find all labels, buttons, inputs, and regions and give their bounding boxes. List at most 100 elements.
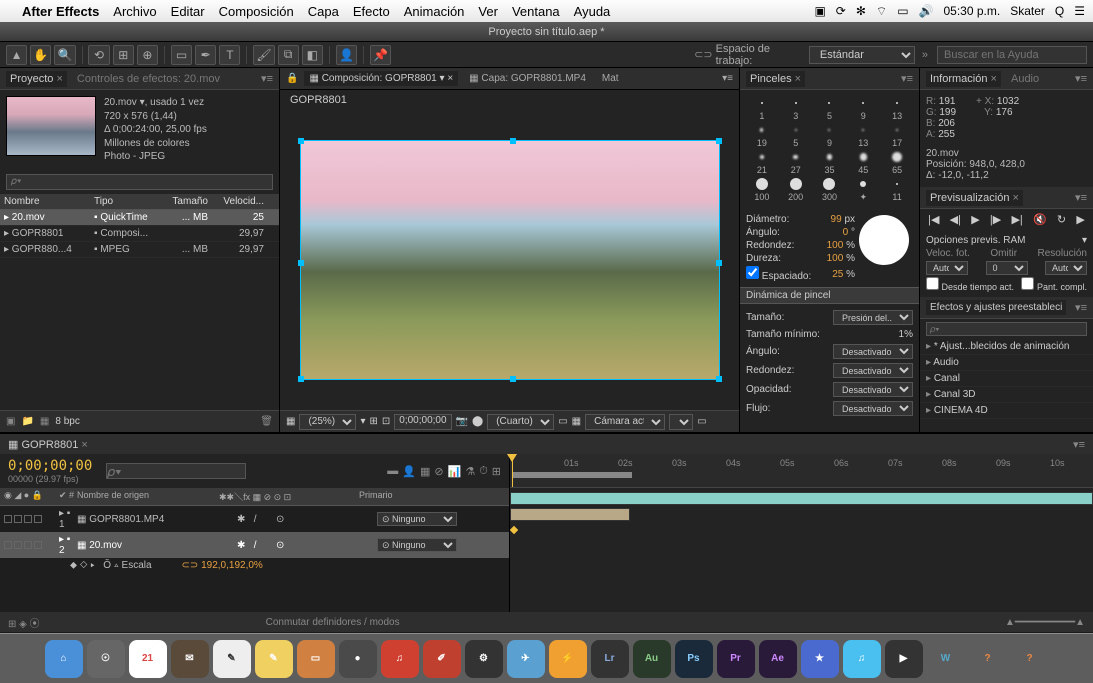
brush-hardness[interactable]: 100 bbox=[827, 253, 844, 264]
loop-button[interactable]: ↻ bbox=[1057, 213, 1066, 226]
gear-icon[interactable]: ✻ bbox=[856, 4, 866, 18]
dock-app[interactable]: ★ bbox=[801, 640, 839, 678]
brush-preset[interactable]: 13 bbox=[847, 123, 879, 148]
zoom-select[interactable]: (25%) bbox=[299, 414, 356, 430]
timeline-layer[interactable]: ▸ ▪ 1▦ GOPR8801.MP4✱ / ⊙⊙ Ninguno bbox=[0, 506, 509, 532]
user-name[interactable]: Skater bbox=[1010, 4, 1045, 18]
col-source-name[interactable]: Nombre de origen bbox=[77, 490, 219, 503]
ram-options-menu[interactable]: ▾ bbox=[1082, 235, 1087, 246]
notification-icon[interactable]: ☰ bbox=[1074, 4, 1085, 18]
brush-diameter[interactable]: 99 bbox=[831, 214, 842, 225]
frame-blend-icon[interactable]: ▦ bbox=[420, 465, 430, 478]
dock-app[interactable]: ♫ bbox=[381, 640, 419, 678]
effect-category[interactable]: Audio bbox=[920, 355, 1093, 371]
mask-icon[interactable]: ⊡ bbox=[382, 416, 390, 427]
brush-preset[interactable]: 17 bbox=[881, 123, 913, 148]
brush-preset[interactable]: 45 bbox=[847, 150, 879, 175]
menu-ventana[interactable]: Ventana bbox=[512, 4, 560, 19]
dock-app[interactable]: ⚡ bbox=[549, 640, 587, 678]
text-tool[interactable]: T bbox=[219, 45, 240, 65]
project-search[interactable] bbox=[6, 174, 273, 190]
folder-icon[interactable]: 📁 bbox=[21, 416, 33, 427]
tab-composition[interactable]: ▦ Composición: GOPR8801 ▾ × bbox=[304, 71, 458, 86]
pan-behind-tool[interactable]: ⊕ bbox=[137, 45, 158, 65]
comp-canvas[interactable] bbox=[300, 140, 720, 380]
brush-preset[interactable]: 3 bbox=[780, 96, 812, 121]
camera-tool[interactable]: ⊞ bbox=[113, 45, 134, 65]
tab-info[interactable]: Información × bbox=[926, 71, 1001, 87]
dock-app[interactable]: Pr bbox=[717, 640, 755, 678]
time-ruler[interactable]: 01s02s03s04s05s06s07s08s09s10s bbox=[510, 454, 1093, 488]
parent-select[interactable]: ⊙ Ninguno bbox=[377, 512, 457, 526]
workspace-search-icon[interactable]: » bbox=[922, 49, 928, 61]
effect-category[interactable]: CINEMA 4D bbox=[920, 403, 1093, 419]
ram-fps[interactable]: Autom. bbox=[926, 261, 968, 275]
brush-preset[interactable]: 100 bbox=[746, 177, 778, 203]
ram-preview-button[interactable]: ▶ bbox=[1076, 213, 1084, 226]
effects-search[interactable] bbox=[926, 322, 1087, 336]
project-item[interactable]: ▸ 20.mov▪ QuickTime... MB25 bbox=[0, 210, 279, 226]
brush-preset[interactable]: 300 bbox=[814, 177, 846, 203]
tab-material[interactable]: Mat bbox=[597, 71, 624, 86]
menu-animacion[interactable]: Animación bbox=[404, 4, 465, 19]
tab-brushes[interactable]: Pinceles × bbox=[746, 71, 805, 87]
panel-menu-icon[interactable]: ▾≡ bbox=[261, 72, 273, 85]
brush-spacing-check[interactable] bbox=[746, 266, 759, 279]
dock-app[interactable]: ✈ bbox=[507, 640, 545, 678]
views-select[interactable]: 1 bbox=[669, 414, 693, 430]
tab-effects[interactable]: Efectos y ajustes preestableci bbox=[926, 300, 1066, 315]
pen-tool[interactable]: ✒ bbox=[195, 45, 216, 65]
hand-tool[interactable]: ✋ bbox=[30, 45, 51, 65]
transparency-icon[interactable]: ▦ bbox=[572, 416, 581, 427]
dyn-select[interactable]: Desactivado bbox=[833, 344, 913, 359]
ram-res[interactable]: Autom. bbox=[1045, 261, 1087, 275]
prev-frame-button[interactable]: ◀| bbox=[950, 213, 961, 226]
menu-editar[interactable]: Editar bbox=[171, 4, 205, 19]
brush-preset[interactable]: 11 bbox=[881, 177, 913, 203]
guides-icon[interactable]: ⊞ bbox=[369, 416, 377, 427]
brush-preset[interactable]: ✦ bbox=[847, 177, 879, 203]
layer-bar-2[interactable] bbox=[510, 508, 630, 521]
menu-capa[interactable]: Capa bbox=[308, 4, 339, 19]
timeline-layer[interactable]: ▸ ▪ 2▦ 20.mov✱ / ⊙⊙ Ninguno bbox=[0, 532, 509, 558]
dock-app[interactable]: ✉ bbox=[171, 640, 209, 678]
timeline-tracks[interactable] bbox=[510, 488, 1093, 612]
dock-app[interactable]: ⌂ bbox=[45, 640, 83, 678]
graph-icon[interactable]: 📊 bbox=[448, 465, 462, 478]
play-button[interactable]: ▶ bbox=[971, 213, 979, 226]
mute-button[interactable]: 🔇 bbox=[1033, 213, 1047, 226]
dock-app[interactable]: Lr bbox=[591, 640, 629, 678]
brush-roundness[interactable]: 100 bbox=[827, 240, 844, 251]
playhead[interactable] bbox=[512, 454, 513, 487]
brushes-menu-icon[interactable]: ▾≡ bbox=[901, 72, 913, 85]
toggle-switches[interactable]: Conmutar definidores / modos bbox=[266, 617, 400, 628]
comp-breadcrumb[interactable]: GOPR8801 bbox=[280, 90, 739, 110]
lock-icon[interactable]: 🔒 bbox=[286, 73, 298, 84]
brush-spacing[interactable]: 25 bbox=[832, 269, 843, 280]
effect-category[interactable]: Canal bbox=[920, 371, 1093, 387]
brush-preset[interactable]: 35 bbox=[814, 150, 846, 175]
timecode-display[interactable]: 0;00;00;00 bbox=[394, 414, 451, 430]
brush-preset[interactable]: 1 bbox=[746, 96, 778, 121]
dock-app[interactable]: ? bbox=[969, 640, 1007, 678]
brush-preset[interactable]: 13 bbox=[881, 96, 913, 121]
effect-category[interactable]: * Ajust...blecidos de animación bbox=[920, 339, 1093, 355]
zoom-tool[interactable]: 🔍 bbox=[54, 45, 75, 65]
dock-app[interactable]: ▶ bbox=[885, 640, 923, 678]
brush-preset[interactable]: 200 bbox=[780, 177, 812, 203]
from-current-check[interactable] bbox=[926, 277, 939, 290]
puppet-tool[interactable]: 📌 bbox=[370, 45, 391, 65]
selection-tool[interactable]: ▲ bbox=[6, 45, 27, 65]
bpc-toggle[interactable]: 8 bpc bbox=[55, 416, 79, 427]
menu-ver[interactable]: Ver bbox=[478, 4, 498, 19]
brush-preset[interactable]: 19 bbox=[746, 123, 778, 148]
dyn-select[interactable]: Desactivado bbox=[833, 363, 913, 378]
brush-preset[interactable]: 65 bbox=[881, 150, 913, 175]
spotlight-icon[interactable]: Q bbox=[1055, 4, 1064, 18]
dock-app[interactable]: Ae bbox=[759, 640, 797, 678]
shy-icon[interactable]: 👤 bbox=[402, 465, 416, 478]
brush-angle[interactable]: 0 bbox=[843, 227, 849, 238]
motion-blur-icon[interactable]: ⊘ bbox=[434, 465, 443, 478]
camera-select[interactable]: Cámara activa bbox=[585, 414, 665, 430]
tab-project[interactable]: Proyecto × bbox=[6, 71, 67, 87]
